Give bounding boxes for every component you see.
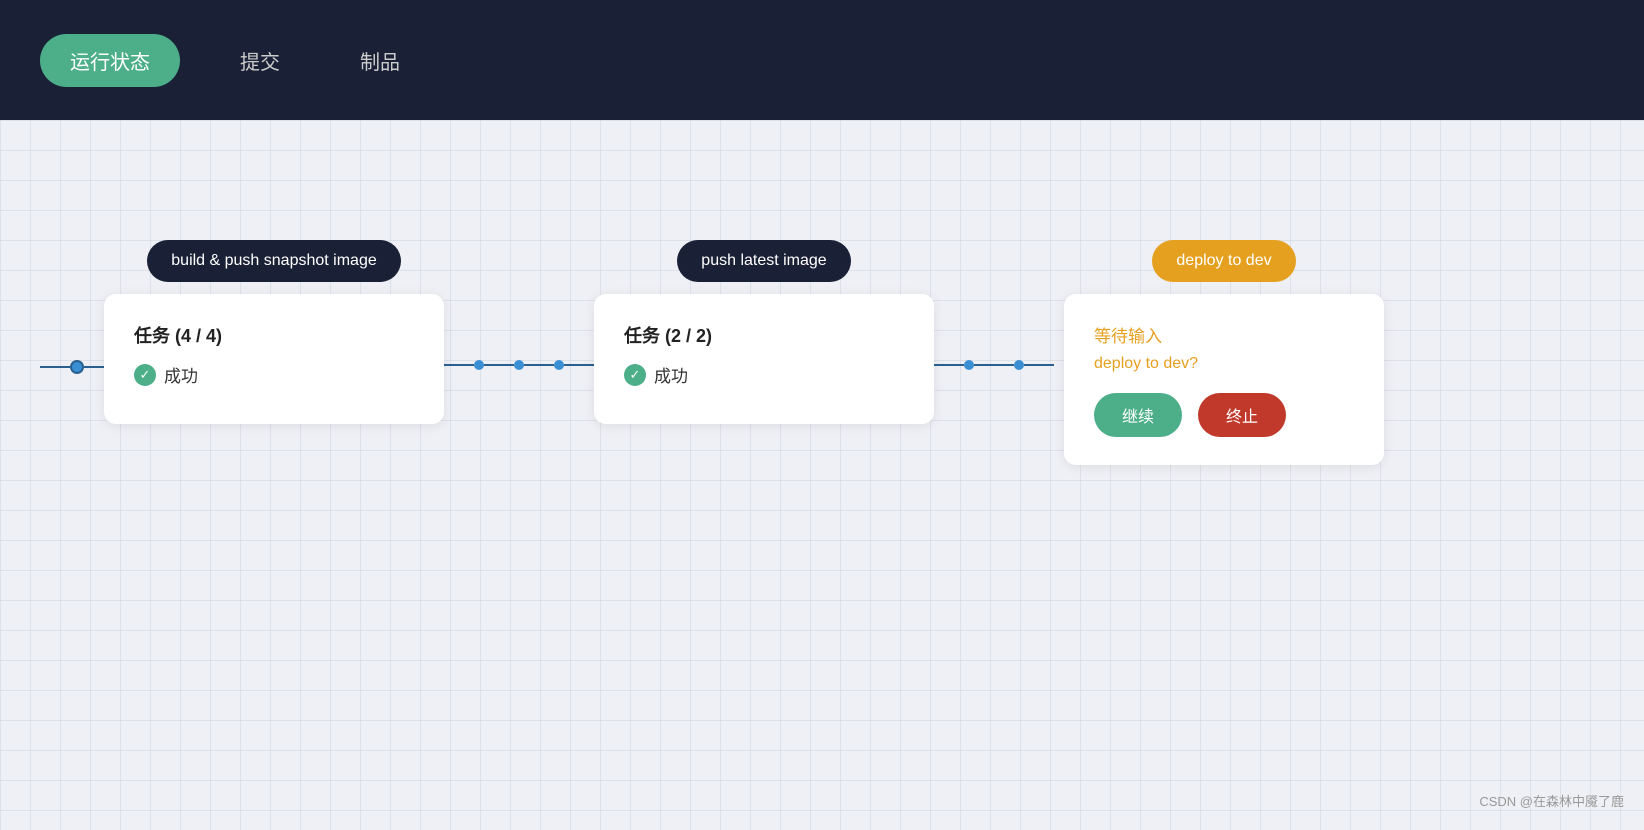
stage1-label: build & push snapshot image bbox=[147, 240, 400, 282]
line7 bbox=[1024, 364, 1054, 366]
stage1-status-text: 成功 bbox=[164, 362, 198, 387]
stage2-label: push latest image bbox=[677, 240, 850, 282]
stage2-task-title: 任务 (2 / 2) bbox=[624, 322, 904, 348]
stage-build-push: build & push snapshot image 任务 (4 / 4) ✓… bbox=[104, 240, 444, 424]
stage2-status-text: 成功 bbox=[654, 362, 688, 387]
line6 bbox=[974, 364, 1014, 366]
dot-right-2 bbox=[1014, 360, 1024, 370]
line4 bbox=[564, 364, 594, 366]
tab-artifact[interactable]: 制品 bbox=[340, 36, 420, 85]
header: 运行状态 提交 制品 bbox=[0, 0, 1644, 120]
line1 bbox=[444, 364, 474, 366]
watermark: CSDN @在森林中魇了鹿 bbox=[1479, 791, 1624, 810]
left-connector bbox=[40, 360, 104, 374]
pipeline-container: build & push snapshot image 任务 (4 / 4) ✓… bbox=[40, 240, 1604, 465]
stage-deploy: deploy to dev 等待输入 deploy to dev? 继续 终止 bbox=[1054, 240, 1394, 465]
tab-commit[interactable]: 提交 bbox=[220, 36, 300, 85]
stage1-status-row: ✓ 成功 bbox=[134, 362, 414, 387]
stage2-card: 任务 (2 / 2) ✓ 成功 bbox=[594, 294, 934, 424]
stop-button[interactable]: 终止 bbox=[1198, 393, 1286, 437]
main-content: build & push snapshot image 任务 (4 / 4) ✓… bbox=[0, 120, 1644, 830]
stage1-success-icon: ✓ bbox=[134, 364, 156, 386]
dot-right-1 bbox=[964, 360, 974, 370]
stage3-card: 等待输入 deploy to dev? 继续 终止 bbox=[1064, 294, 1384, 465]
connector-dot-left bbox=[70, 360, 84, 374]
dot-mid-3 bbox=[554, 360, 564, 370]
connector-line-left bbox=[40, 366, 70, 368]
stage1-card: 任务 (4 / 4) ✓ 成功 bbox=[104, 294, 444, 424]
connector-line-left2 bbox=[84, 366, 104, 368]
stage2-success-icon: ✓ bbox=[624, 364, 646, 386]
line3 bbox=[524, 364, 554, 366]
line2 bbox=[484, 364, 514, 366]
continue-button[interactable]: 继续 bbox=[1094, 393, 1182, 437]
middle-connector-1 bbox=[444, 360, 594, 370]
stage1-task-title: 任务 (4 / 4) bbox=[134, 322, 414, 348]
dot-mid-1 bbox=[474, 360, 484, 370]
action-buttons: 继续 终止 bbox=[1094, 393, 1354, 437]
waiting-title: 等待输入 bbox=[1094, 322, 1354, 347]
stage3-label: deploy to dev bbox=[1152, 240, 1295, 282]
middle-connector-2 bbox=[934, 360, 1054, 370]
nav: 运行状态 提交 制品 bbox=[40, 34, 420, 87]
tab-status[interactable]: 运行状态 bbox=[40, 34, 180, 87]
line5 bbox=[934, 364, 964, 366]
dot-mid-2 bbox=[514, 360, 524, 370]
waiting-question: deploy to dev? bbox=[1094, 355, 1354, 373]
stage2-status-row: ✓ 成功 bbox=[624, 362, 904, 387]
stage-push-latest: push latest image 任务 (2 / 2) ✓ 成功 bbox=[594, 240, 934, 424]
